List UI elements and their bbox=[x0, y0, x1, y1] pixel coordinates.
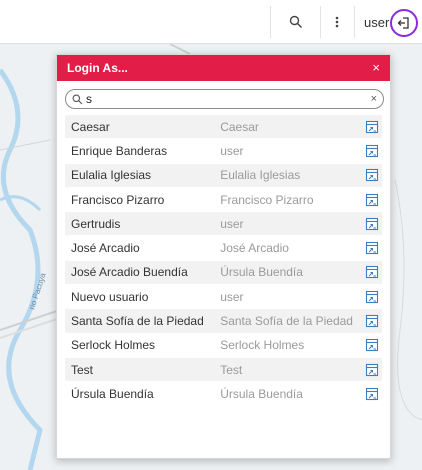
user-row[interactable]: Gertrudis user bbox=[65, 212, 382, 237]
user-row-name: José Arcadio bbox=[71, 241, 140, 256]
user-row-name: José Arcadio Buendía bbox=[71, 265, 188, 280]
user-row-name: Santa Sofía de la Piedad bbox=[71, 314, 204, 329]
user-row[interactable]: Serlock Holmes Serlock Holmes bbox=[65, 333, 382, 358]
user-row-username: José Arcadio bbox=[220, 241, 289, 256]
user-row[interactable]: Enrique Banderas user bbox=[65, 139, 382, 164]
login-as-icon[interactable] bbox=[363, 120, 382, 134]
login-as-icon[interactable] bbox=[363, 144, 382, 158]
logout-button[interactable] bbox=[390, 9, 418, 37]
user-row[interactable]: José Arcadio Buendía Úrsula Buendía bbox=[65, 260, 382, 286]
user-list: Caesar Caesar Enrique Banderas user Eulalia … bbox=[65, 115, 382, 407]
user-row[interactable]: Test Test bbox=[65, 357, 382, 383]
user-row-name: Test bbox=[71, 362, 94, 377]
user-search-field: × bbox=[65, 89, 384, 109]
user-row-name: Caesar bbox=[71, 119, 110, 134]
search-button[interactable] bbox=[276, 7, 316, 37]
user-row-username: Caesar bbox=[220, 119, 259, 134]
close-icon[interactable]: × bbox=[372, 60, 380, 75]
login-as-icon[interactable] bbox=[363, 363, 382, 377]
user-row-username: user bbox=[220, 289, 244, 304]
user-row-username: Serlock Holmes bbox=[220, 338, 305, 353]
toolbar-divider bbox=[354, 6, 355, 38]
login-as-icon[interactable] bbox=[363, 265, 382, 279]
user-row-username: user bbox=[220, 143, 244, 158]
dialog-header: Login As... × bbox=[57, 55, 390, 81]
user-row[interactable]: Eulalia Iglesias Eulalia Iglesias bbox=[65, 163, 382, 188]
login-as-icon[interactable] bbox=[363, 387, 382, 401]
user-row[interactable]: Caesar Caesar bbox=[65, 115, 382, 140]
login-as-icon[interactable] bbox=[363, 217, 382, 231]
login-as-icon[interactable] bbox=[363, 314, 382, 328]
user-row-name: Enrique Banderas bbox=[71, 143, 168, 158]
user-row-name: Eulalia Iglesias bbox=[71, 168, 152, 183]
login-as-icon[interactable] bbox=[363, 241, 382, 255]
user-row[interactable]: José Arcadio José Arcadio bbox=[65, 236, 382, 261]
login-as-icon[interactable] bbox=[363, 290, 382, 304]
user-row-username: Eulalia Iglesias bbox=[220, 168, 301, 183]
user-row[interactable]: Francisco Pizarro Francisco Pizarro bbox=[65, 187, 382, 213]
user-row[interactable]: Úrsula Buendía Úrsula Buendía bbox=[65, 382, 382, 407]
user-row-username: Francisco Pizarro bbox=[220, 192, 314, 207]
user-row-name: Serlock Holmes bbox=[71, 338, 156, 353]
user-row-username: Santa Sofía de la Piedad bbox=[220, 314, 353, 329]
more-menu-button[interactable] bbox=[325, 7, 349, 37]
user-row-name: Francisco Pizarro bbox=[71, 192, 165, 207]
user-row-name: Gertrudis bbox=[71, 216, 121, 231]
user-row-username: Úrsula Buendía bbox=[220, 386, 303, 401]
clear-search-icon[interactable]: × bbox=[371, 93, 377, 105]
login-as-dialog: Login As... × × Caesar Caesar Enrique Band… bbox=[56, 54, 391, 459]
user-row-username: user bbox=[220, 216, 244, 231]
user-row-username: Test bbox=[220, 362, 243, 377]
toolbar-divider bbox=[270, 6, 271, 38]
user-row-name: Nuevo usuario bbox=[71, 289, 149, 304]
user-search-input[interactable] bbox=[83, 91, 367, 107]
logout-icon bbox=[397, 17, 409, 29]
user-row-username: Úrsula Buendía bbox=[220, 265, 303, 280]
user-row[interactable]: Nuevo usuario user bbox=[65, 285, 382, 310]
login-as-icon[interactable] bbox=[363, 338, 382, 352]
more-vert-icon bbox=[335, 16, 339, 28]
dialog-title: Login As... bbox=[67, 61, 128, 75]
user-row[interactable]: Santa Sofía de la Piedad Santa Sofía de l… bbox=[65, 309, 382, 334]
login-as-icon[interactable] bbox=[363, 168, 382, 182]
login-as-icon[interactable] bbox=[363, 193, 382, 207]
toolbar-divider bbox=[320, 6, 321, 38]
search-icon bbox=[289, 15, 302, 28]
user-row-name: Úrsula Buendía bbox=[71, 386, 154, 401]
search-icon bbox=[72, 94, 83, 104]
top-toolbar: user bbox=[0, 0, 422, 44]
user-label[interactable]: user bbox=[364, 15, 389, 30]
